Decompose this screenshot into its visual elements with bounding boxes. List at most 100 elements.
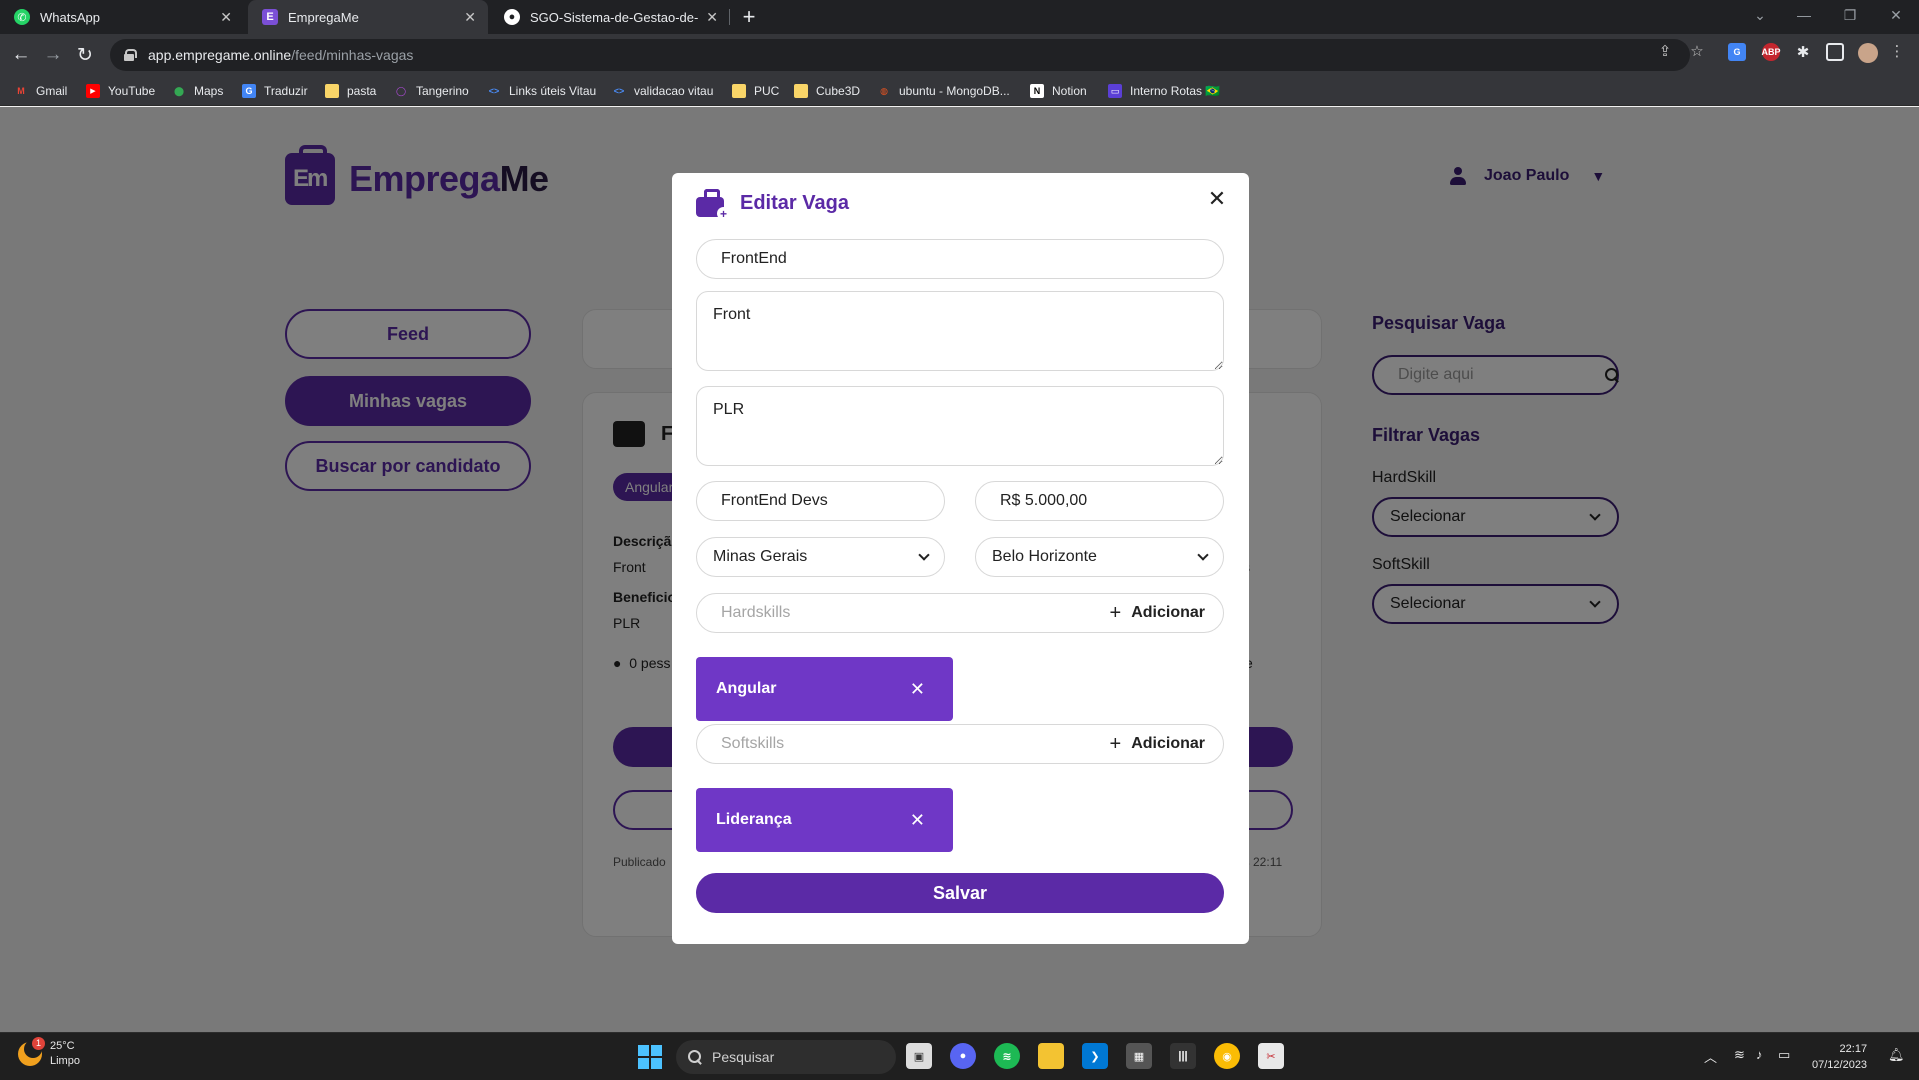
- bookmark-label: Interno Rotas 🇧🇷: [1130, 84, 1221, 98]
- weather-temp: 25°C: [50, 1040, 75, 1052]
- tab-separator: [729, 9, 730, 25]
- tangerino-icon: ◯: [395, 85, 407, 96]
- bookmark-notion[interactable]: N Notion: [1030, 82, 1087, 100]
- softskills-field[interactable]: Softskills + Adicionar: [696, 724, 1224, 764]
- tab-title: WhatsApp: [40, 9, 100, 25]
- calculator-icon[interactable]: ▦: [1126, 1043, 1152, 1069]
- share-icon[interactable]: ⇪: [1656, 42, 1674, 60]
- softskill-chip: Liderança ✕: [696, 788, 953, 852]
- menu-kebab-icon[interactable]: ⋮: [1888, 42, 1906, 60]
- bookmark-validacao-vitau[interactable]: <> validacao vitau: [612, 82, 714, 100]
- weather-desc: Limpo: [50, 1055, 80, 1067]
- tab-github[interactable]: ● SGO-Sistema-de-Gestao-de-ON ✕: [490, 0, 730, 34]
- task-view-icon[interactable]: ▣: [906, 1043, 932, 1069]
- salary-input[interactable]: [975, 481, 1224, 521]
- bookmark-label: Gmail: [36, 84, 68, 98]
- hardskill-chip: Angular ✕: [696, 657, 953, 721]
- tab-empregame[interactable]: E EmpregaMe ✕: [248, 0, 488, 34]
- tab-whatsapp[interactable]: ✆ WhatsApp ✕: [0, 0, 244, 34]
- bookmark-label: PUC: [754, 84, 780, 98]
- hardskills-field[interactable]: Hardskills + Adicionar: [696, 593, 1224, 633]
- bookmark-pasta[interactable]: pasta: [325, 82, 376, 100]
- company-input[interactable]: [696, 481, 945, 521]
- gmail-icon: M: [17, 86, 25, 96]
- bookmark-tangerino[interactable]: ◯ Tangerino: [394, 82, 469, 100]
- app-icon[interactable]: |||: [1170, 1043, 1196, 1069]
- volume-icon[interactable]: ♪: [1756, 1047, 1763, 1062]
- extensions-puzzle-icon[interactable]: ✱: [1794, 43, 1812, 61]
- add-hardskill-button[interactable]: + Adicionar: [1110, 602, 1205, 625]
- forward-button[interactable]: →: [40, 42, 66, 68]
- snipping-tool-icon[interactable]: ✂: [1258, 1043, 1284, 1069]
- wifi-icon[interactable]: ≋: [1734, 1047, 1745, 1063]
- minimize-button[interactable]: —: [1781, 0, 1827, 30]
- job-title-input[interactable]: [696, 239, 1224, 279]
- remove-chip-icon[interactable]: ✕: [910, 679, 925, 700]
- bookmark-maps[interactable]: ⬤ Maps: [172, 82, 223, 100]
- restore-button[interactable]: ❐: [1827, 0, 1873, 30]
- notification-bell-icon[interactable]: 🔔︎: [1888, 1047, 1905, 1063]
- maps-icon: ⬤: [173, 85, 185, 96]
- bookmark-label: Cube3D: [816, 84, 861, 98]
- add-softskill-button[interactable]: + Adicionar: [1110, 733, 1205, 756]
- whatsapp-icon: ✆: [14, 9, 30, 25]
- softskill-chip-label: Liderança: [716, 811, 792, 828]
- notion-icon: N: [1030, 84, 1044, 98]
- bookmark-youtube[interactable]: ▶ YouTube: [86, 82, 155, 100]
- tray-overflow-icon[interactable]: ︿: [1704, 1047, 1717, 1066]
- translate-extension-icon[interactable]: G: [1728, 43, 1746, 61]
- file-explorer-icon[interactable]: [1038, 1043, 1064, 1069]
- taskbar-clock[interactable]: 22:17 07/12/2023: [1812, 1041, 1867, 1073]
- bookmarks-bar: M Gmail ▶ YouTube ⬤ Maps G Traduzir pasta ◯ T…: [0, 76, 1919, 106]
- address-bar-row: ← → ↻ app.empregame.online/feed/minhas-v…: [0, 34, 1919, 76]
- spotify-icon[interactable]: ≋: [994, 1043, 1020, 1069]
- briefcase-plus-icon: +: [696, 189, 730, 221]
- modal-title: Editar Vaga: [740, 191, 849, 214]
- job-benefits-textarea[interactable]: PLR: [696, 386, 1224, 466]
- softskills-placeholder: Softskills: [721, 735, 785, 752]
- reload-button[interactable]: ↻: [72, 42, 98, 68]
- windows-start-icon[interactable]: [638, 1045, 662, 1069]
- tab-title: SGO-Sistema-de-Gestao-de-ON: [530, 9, 699, 25]
- bookmark-puc[interactable]: PUC: [732, 82, 779, 100]
- remove-chip-icon[interactable]: ✕: [910, 810, 925, 831]
- lock-icon[interactable]: [124, 49, 137, 61]
- hardskills-placeholder: Hardskills: [721, 604, 791, 621]
- bookmark-label: ubuntu - MongoDB...: [899, 84, 1010, 98]
- tab-search-icon[interactable]: ⌄: [1737, 0, 1783, 30]
- url-path: /feed/minhas-vagas: [291, 47, 414, 63]
- taskbar-search[interactable]: Pesquisar: [676, 1040, 896, 1074]
- bookmark-interno-rotas[interactable]: ▭ Interno Rotas 🇧🇷: [1108, 82, 1220, 100]
- job-description-textarea[interactable]: Front: [696, 291, 1224, 371]
- bookmark-label: Tangerino: [416, 84, 469, 98]
- close-icon[interactable]: ✕: [706, 9, 718, 26]
- youtube-icon: ▶: [86, 84, 100, 98]
- weather-widget[interactable]: 1 25°C Limpo: [18, 1037, 80, 1069]
- city-select[interactable]: Belo Horizonte: [975, 537, 1224, 577]
- close-icon[interactable]: ✕: [220, 9, 232, 26]
- page-content: Em EmpregaMe Joao Paulo ▼ Feed Minhas va…: [0, 107, 1919, 1032]
- bookmark-ubuntu-mongodb[interactable]: ◍ ubuntu - MongoDB...: [877, 82, 1010, 100]
- back-button[interactable]: ←: [8, 42, 34, 68]
- url-bar[interactable]: app.empregame.online/feed/minhas-vagas: [110, 39, 1690, 71]
- bookmark-cube3d[interactable]: Cube3D: [794, 82, 860, 100]
- bookmark-links-vitau[interactable]: <> Links úteis Vitau: [487, 82, 596, 100]
- bookmark-gmail[interactable]: M Gmail: [14, 82, 67, 100]
- close-icon[interactable]: ✕: [464, 9, 476, 26]
- chrome-icon[interactable]: ◉: [1214, 1043, 1240, 1069]
- adblock-extension-icon[interactable]: ABP: [1762, 43, 1781, 61]
- modal-header: + Editar Vaga: [696, 189, 849, 221]
- battery-icon[interactable]: ▭: [1778, 1047, 1790, 1063]
- close-window-button[interactable]: ✕: [1873, 0, 1919, 30]
- close-icon[interactable]: ✕: [1205, 186, 1229, 211]
- side-panel-icon[interactable]: [1826, 43, 1844, 61]
- save-button[interactable]: Salvar: [696, 873, 1224, 913]
- new-tab-button[interactable]: +: [736, 4, 762, 30]
- profile-avatar-icon[interactable]: [1858, 43, 1878, 63]
- chevron-down-icon: [1197, 549, 1209, 561]
- vscode-icon[interactable]: ❯: [1082, 1043, 1108, 1069]
- bookmark-traduzir[interactable]: G Traduzir: [242, 82, 308, 100]
- teams-chat-icon[interactable]: ●: [950, 1043, 976, 1069]
- state-select[interactable]: Minas Gerais: [696, 537, 945, 577]
- bookmark-star-icon[interactable]: ☆: [1688, 42, 1706, 60]
